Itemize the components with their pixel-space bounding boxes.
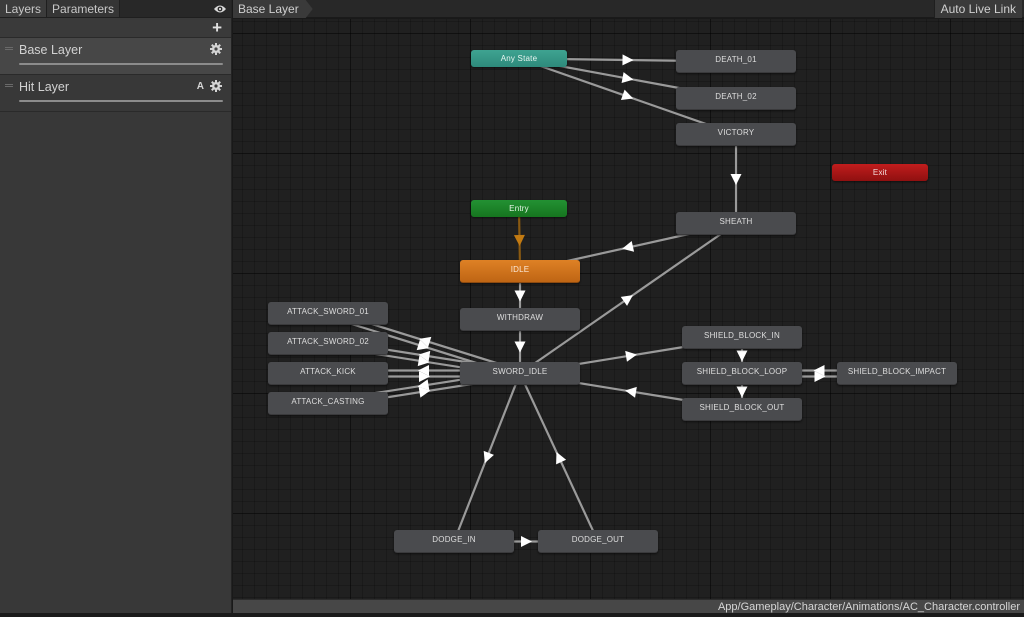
layer-item-hit[interactable]: Hit Layer A <box>0 75 231 112</box>
layer-weight-bar <box>19 100 223 102</box>
node-exit[interactable]: Exit <box>832 164 928 181</box>
tab-layers[interactable]: Layers <box>0 0 48 17</box>
breadcrumb-base-layer[interactable]: Base Layer <box>233 0 313 18</box>
node-death-02[interactable]: DEATH_02 <box>676 87 796 110</box>
graph-toolbar: Base Layer Auto Live Link <box>233 0 1024 18</box>
node-shield-block-in[interactable]: SHIELD_BLOCK_IN <box>682 326 802 349</box>
node-any-state[interactable]: Any State <box>471 50 567 67</box>
node-entry[interactable]: Entry <box>471 200 567 217</box>
additive-badge: A <box>196 81 204 92</box>
panel-tabs: Layers Parameters <box>0 0 231 18</box>
node-shield-block-impact[interactable]: SHIELD_BLOCK_IMPACT <box>837 362 957 385</box>
node-victory[interactable]: VICTORY <box>676 123 796 146</box>
node-shield-block-loop[interactable]: SHIELD_BLOCK_LOOP <box>682 362 802 385</box>
node-attack-sword-01[interactable]: ATTACK_SWORD_01 <box>268 302 388 325</box>
node-death-01[interactable]: DEATH_01 <box>676 50 796 73</box>
add-layer-button[interactable]: + <box>212 19 222 36</box>
node-dodge-in[interactable]: DODGE_IN <box>394 530 514 553</box>
node-idle[interactable]: IDLE <box>460 260 580 283</box>
controller-path: App/Gameplay/Character/Animations/AC_Cha… <box>717 601 1020 613</box>
tab-parameters[interactable]: Parameters <box>47 0 121 17</box>
node-attack-sword-02[interactable]: ATTACK_SWORD_02 <box>268 332 388 355</box>
node-attack-casting[interactable]: ATTACK_CASTING <box>268 392 388 415</box>
window-bottom-edge <box>0 613 1024 617</box>
node-shield-block-out[interactable]: SHIELD_BLOCK_OUT <box>682 398 802 421</box>
node-attack-kick[interactable]: ATTACK_KICK <box>268 362 388 385</box>
gear-icon[interactable] <box>210 80 222 92</box>
node-dodge-out[interactable]: DODGE_OUT <box>538 530 658 553</box>
drag-handle-icon[interactable] <box>5 47 13 50</box>
layer-name: Hit Layer <box>19 80 70 94</box>
layer-name: Base Layer <box>19 43 83 57</box>
drag-handle-icon[interactable] <box>5 84 13 87</box>
node-withdraw[interactable]: WITHDRAW <box>460 308 580 331</box>
layer-toolbar: + <box>0 18 231 38</box>
gear-icon[interactable] <box>210 43 222 55</box>
status-bar: App/Gameplay/Character/Animations/AC_Cha… <box>233 599 1024 613</box>
layers-panel: Layers Parameters + Base Layer Hit Layer <box>0 0 232 613</box>
eye-icon[interactable] <box>213 3 227 15</box>
layer-item-base[interactable]: Base Layer <box>0 38 231 75</box>
auto-live-link-button[interactable]: Auto Live Link <box>933 0 1022 18</box>
node-sheath[interactable]: SHEATH <box>676 212 796 235</box>
layer-weight-bar <box>19 63 223 65</box>
node-sword-idle[interactable]: SWORD_IDLE <box>460 362 580 385</box>
